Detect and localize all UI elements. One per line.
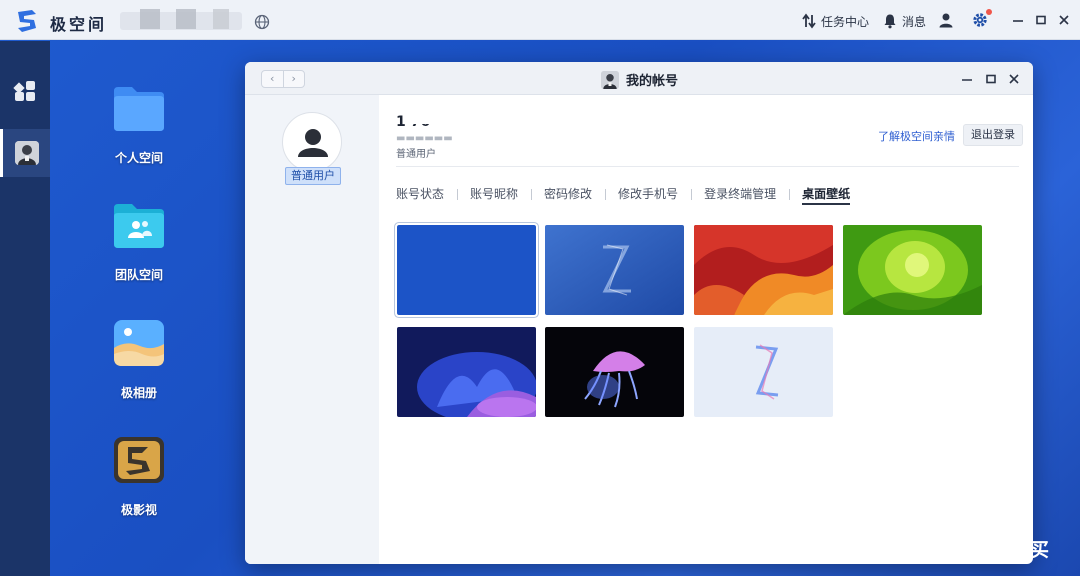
wallpaper-green-leaf[interactable] <box>843 225 982 315</box>
wallpaper-thumbnail <box>694 225 833 315</box>
window-close-icon[interactable] <box>1007 72 1021 86</box>
app-grid-button[interactable] <box>0 67 50 115</box>
desktop-icon-photos[interactable]: 极相册 <box>92 318 186 401</box>
app-title: 极空间 <box>50 15 108 34</box>
account-window: ‹ › 我的帐号 普通用户 1 ▬▬▬▬▬▬ 普通用户 了解极空间亲情 退出登录… <box>245 62 1033 564</box>
window-title: 我的帐号 <box>601 70 678 89</box>
messages-button[interactable]: 消息 <box>882 12 926 30</box>
wallpaper-thumbnail <box>545 225 684 315</box>
profile-avatar[interactable] <box>282 112 342 172</box>
sidebar-account-button[interactable] <box>0 129 50 177</box>
desktop-icon-personal-space[interactable]: 个人空间 <box>92 83 186 166</box>
photo-album-icon <box>112 318 166 368</box>
redacted-block <box>140 9 160 29</box>
wallpaper-red-orange[interactable] <box>694 225 833 315</box>
desktop-icon-label: 团队空间 <box>114 268 163 282</box>
learn-family-link[interactable]: 了解极空间亲情 <box>878 128 955 144</box>
bell-icon <box>884 14 896 29</box>
avatar <box>14 141 39 165</box>
window-minimize-icon[interactable] <box>960 72 974 86</box>
tab-wallpaper[interactable]: 桌面壁纸 <box>789 186 863 205</box>
minimize-icon[interactable] <box>1010 12 1026 28</box>
left-sidebar <box>0 41 50 576</box>
user-silhouette-icon <box>298 129 328 157</box>
watermark: 值 什么值得买 <box>910 532 1050 564</box>
wallpaper-solid-blue[interactable] <box>395 223 538 317</box>
desktop-icon-team-space[interactable]: 团队空间 <box>92 200 186 283</box>
redacted-block <box>213 9 229 29</box>
task-center-label: 任务中心 <box>821 14 870 29</box>
back-button[interactable]: ‹ <box>262 71 283 87</box>
wallpaper-thumbnail <box>843 225 982 315</box>
wallpaper-jellyfish[interactable] <box>545 327 684 417</box>
app-logo-icon <box>18 10 36 32</box>
wallpaper-thumbnail <box>694 327 833 417</box>
wallpaper-blue-z[interactable] <box>545 225 684 315</box>
globe-icon[interactable] <box>254 14 270 30</box>
user-photo-icon <box>14 141 39 165</box>
wallpaper-thumbnail <box>397 225 536 315</box>
desktop-icon-label: 极影视 <box>120 503 157 517</box>
tab-account-status[interactable]: 账号状态 <box>396 186 457 202</box>
video-app-icon <box>112 435 166 485</box>
wallpaper-thumbnail <box>397 327 536 417</box>
gear-icon[interactable] <box>972 12 988 28</box>
desktop-icon-label: 极相册 <box>120 386 157 400</box>
folder-icon <box>112 83 166 133</box>
profile-panel: 普通用户 <box>245 95 379 564</box>
tab-password[interactable]: 密码修改 <box>531 186 605 202</box>
redacted-name <box>403 102 457 124</box>
transfer-arrows-icon <box>802 13 816 29</box>
forward-button[interactable]: › <box>282 71 305 87</box>
tab-phone[interactable]: 修改手机号 <box>605 186 691 202</box>
team-folder-icon <box>112 200 166 250</box>
app-grid-icon <box>13 81 35 101</box>
messages-label: 消息 <box>902 14 927 29</box>
nav-arrows: ‹ › <box>261 70 305 88</box>
window-title-label: 我的帐号 <box>626 74 679 89</box>
window-maximize-icon[interactable] <box>984 72 998 86</box>
avatar <box>601 70 619 89</box>
account-tabs: 账号状态 账号昵称 密码修改 修改手机号 登录终端管理 桌面壁纸 <box>396 186 863 205</box>
task-center-button[interactable]: 任务中心 <box>801 12 869 30</box>
watermark-logo: 值 <box>910 532 942 564</box>
user-role: 普通用户 <box>396 149 436 160</box>
user-photo-icon <box>601 70 619 89</box>
redacted-block <box>176 9 196 29</box>
desktop-icon-video[interactable]: 极影视 <box>92 435 186 518</box>
user-phone-redacted: ▬▬▬▬▬▬ <box>396 133 453 142</box>
tab-devices[interactable]: 登录终端管理 <box>691 186 789 202</box>
divider <box>396 166 1019 167</box>
top-bar: 极空间 任务中心 消息 <box>0 0 1080 40</box>
wallpaper-light-z[interactable] <box>694 327 833 417</box>
maximize-icon[interactable] <box>1033 12 1049 28</box>
logout-button[interactable]: 退出登录 <box>963 124 1023 146</box>
close-icon[interactable] <box>1056 12 1072 28</box>
tab-nickname[interactable]: 账号昵称 <box>457 186 531 202</box>
role-badge: 普通用户 <box>285 167 341 185</box>
window-title-bar[interactable]: ‹ › 我的帐号 <box>245 62 1033 95</box>
wallpaper-thumbnail <box>545 327 684 417</box>
wallpaper-blue-flower[interactable] <box>397 327 536 417</box>
desktop-icon-label: 个人空间 <box>114 151 163 165</box>
user-icon[interactable] <box>938 12 954 28</box>
notification-badge <box>986 9 992 15</box>
watermark-text: 什么值得买 <box>950 538 1051 561</box>
